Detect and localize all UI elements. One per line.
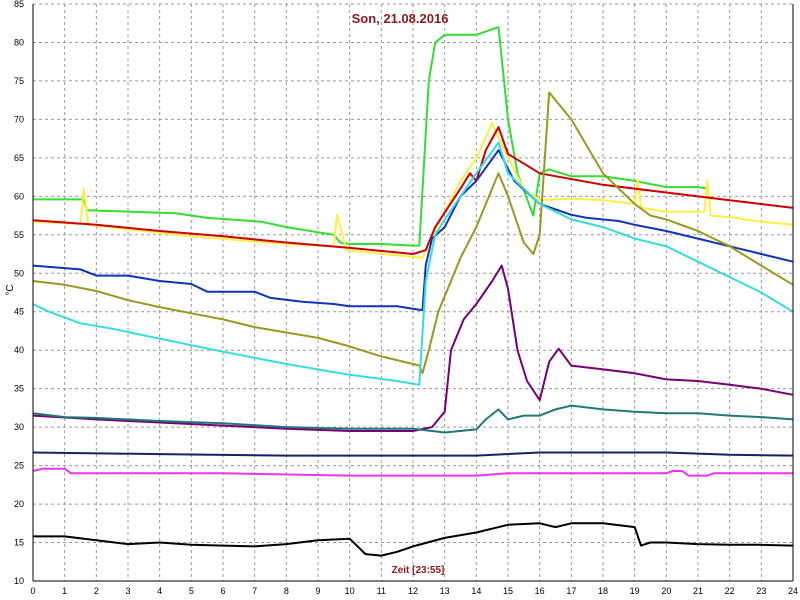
x-tick-label: 22 — [725, 586, 735, 596]
y-tick-label: 35 — [14, 384, 24, 394]
y-tick-label: 65 — [14, 153, 24, 163]
x-tick-label: 19 — [630, 586, 640, 596]
x-tick-label: 13 — [440, 586, 450, 596]
temperature-chart: 0 1 2 3 4 5 6 7 8 9 10 11 12 13 14 15 16 17 18 19 20 21 22 23 24… — [0, 0, 800, 600]
x-tick-label: 17 — [566, 586, 576, 596]
y-tick-label: 15 — [14, 538, 24, 548]
x-tick-label: 21 — [693, 586, 703, 596]
x-tick-label: 14 — [471, 586, 481, 596]
x-tick-label: 11 — [377, 586, 386, 596]
y-tick-label: 55 — [14, 230, 24, 240]
plot-background — [0, 0, 800, 600]
y-tick-label: 40 — [14, 345, 24, 355]
y-tick-label: 10 — [14, 576, 24, 586]
x-tick-label: 9 — [315, 586, 320, 596]
y-tick-label: 50 — [14, 268, 24, 278]
x-tick-label: 12 — [408, 586, 418, 596]
y-tick-label: 60 — [14, 191, 24, 201]
y-tick-label: 45 — [14, 307, 24, 317]
chart-title: Son, 21.08.2016 — [352, 11, 449, 26]
y-axis-label: °C — [5, 284, 16, 295]
x-tick-label: 2 — [94, 586, 99, 596]
x-tick-label: 15 — [503, 586, 513, 596]
x-tick-label: 20 — [661, 586, 671, 596]
y-tick-label: 70 — [14, 114, 24, 124]
y-tick-label: 80 — [14, 37, 24, 47]
x-tick-label: 24 — [788, 586, 798, 596]
y-tick-label: 20 — [14, 499, 24, 509]
x-tick-label: 18 — [598, 586, 608, 596]
y-tick-label: 75 — [14, 76, 24, 86]
y-tick-label: 30 — [14, 422, 24, 432]
y-tick-label: 25 — [14, 461, 24, 471]
x-tick-label: 23 — [756, 586, 766, 596]
x-axis-label: Zeit [23:55] — [392, 565, 445, 576]
y-tick-label: 85 — [14, 0, 24, 9]
x-tick-label: 0 — [30, 586, 35, 596]
x-tick-label: 10 — [345, 586, 355, 596]
x-tick-label: 4 — [157, 586, 162, 596]
x-tick-label: 1 — [62, 586, 67, 596]
x-tick-label: 8 — [284, 586, 289, 596]
x-tick-label: 3 — [125, 586, 130, 596]
x-tick-label: 16 — [535, 586, 545, 596]
x-tick-label: 7 — [252, 586, 257, 596]
x-tick-label: 5 — [189, 586, 194, 596]
x-tick-label: 6 — [220, 586, 225, 596]
